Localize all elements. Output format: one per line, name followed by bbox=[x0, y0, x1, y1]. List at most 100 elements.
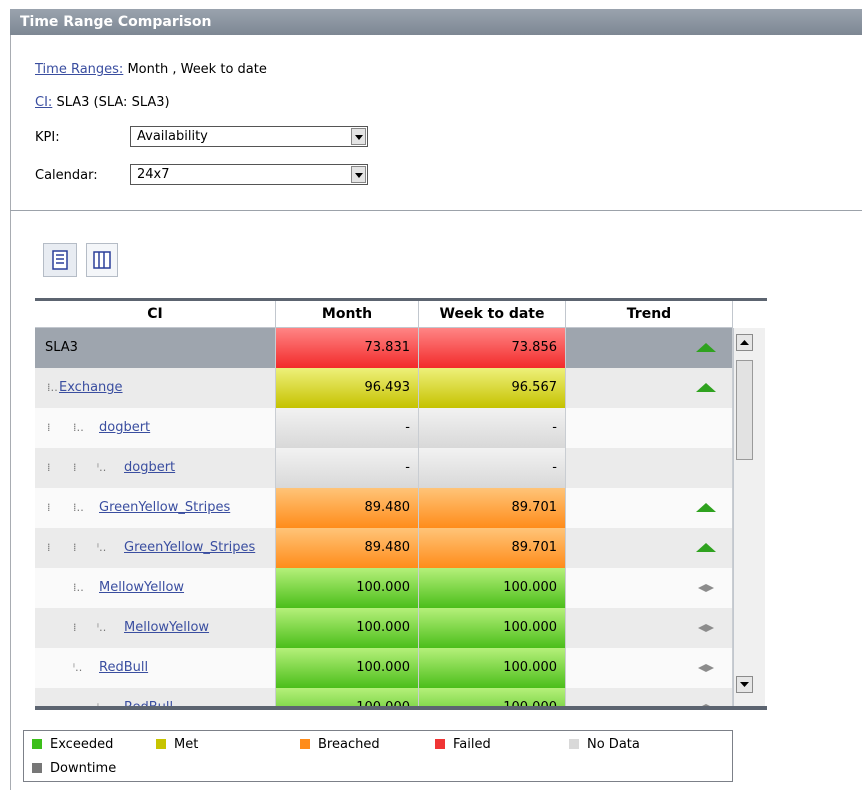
trend-cell bbox=[566, 368, 733, 408]
legend-breached: Breached bbox=[300, 737, 380, 752]
trend-cell bbox=[566, 328, 733, 368]
scroll-up-button[interactable] bbox=[736, 334, 753, 351]
month-value: - bbox=[276, 408, 419, 448]
grid-vertical-scrollbar[interactable] bbox=[733, 328, 765, 706]
legend-downtime-label: Downtime bbox=[50, 761, 117, 776]
met-swatch bbox=[156, 739, 166, 749]
legend-met: Met bbox=[156, 737, 198, 752]
week-value: - bbox=[419, 448, 566, 488]
ci-link[interactable]: CI: bbox=[35, 95, 52, 110]
trend-cell bbox=[566, 448, 733, 488]
kpi-select[interactable]: Availability bbox=[130, 126, 368, 147]
column-header-month[interactable]: Month bbox=[276, 301, 419, 328]
panel-title: Time Range Comparison bbox=[10, 9, 862, 35]
table-row[interactable]: ⁱ‥ RedBull 100.000 100.000 bbox=[35, 648, 733, 688]
calendar-selected-value: 24x7 bbox=[137, 167, 170, 182]
month-value: 89.480 bbox=[276, 488, 419, 528]
kpi-selected-value: Availability bbox=[137, 129, 208, 144]
month-value: 96.493 bbox=[276, 368, 419, 408]
legend-breached-label: Breached bbox=[318, 737, 380, 752]
table-row[interactable]: ⁞ ⁞‥ GreenYellow_Stripes 89.480 89.701 bbox=[35, 488, 733, 528]
trend-steady-icon bbox=[702, 704, 710, 706]
ci-link[interactable]: RedBull bbox=[124, 700, 173, 706]
ci-link[interactable]: RedBull bbox=[99, 660, 148, 675]
ci-cell: ⁞‥ Exchange bbox=[35, 368, 276, 408]
week-value: 89.701 bbox=[419, 488, 566, 528]
week-value: 89.701 bbox=[419, 528, 566, 568]
calendar-select[interactable]: 24x7 bbox=[130, 164, 368, 185]
scroll-thumb[interactable] bbox=[736, 360, 753, 460]
tree-branch-icon: ⁞‥ bbox=[47, 381, 58, 394]
legend-met-label: Met bbox=[174, 737, 199, 752]
failed-swatch bbox=[435, 739, 445, 749]
trend-up-icon bbox=[696, 383, 716, 392]
table-row[interactable]: SLA3 73.831 73.856 bbox=[35, 328, 733, 368]
time-ranges-link[interactable]: Time Ranges: bbox=[35, 62, 123, 77]
table-row[interactable]: ⁱ‥ RedBull 100.000 100.000 bbox=[35, 688, 733, 710]
month-value: 100.000 bbox=[276, 608, 419, 648]
tree-leaf-icon: ⁱ‥ bbox=[97, 541, 107, 554]
ci-cell: ⁞ ⁞ ⁱ‥ GreenYellow_Stripes bbox=[35, 528, 276, 568]
ci-link[interactable]: GreenYellow_Stripes bbox=[124, 540, 255, 555]
table-row[interactable]: ⁞ ⁞ ⁱ‥ GreenYellow_Stripes 89.480 89.701 bbox=[35, 528, 733, 568]
legend-no-data: No Data bbox=[569, 737, 640, 752]
table-row[interactable]: ⁞‥ Exchange 96.493 96.567 bbox=[35, 368, 733, 408]
week-value: 96.567 bbox=[419, 368, 566, 408]
ci-link[interactable]: MellowYellow bbox=[124, 620, 209, 635]
panel-left-border bbox=[10, 35, 11, 790]
table-row[interactable]: ⁞ ⁱ‥ MellowYellow 100.000 100.000 bbox=[35, 608, 733, 648]
column-header-ci[interactable]: CI bbox=[35, 301, 276, 328]
ci-cell: ⁱ‥ RedBull bbox=[35, 688, 276, 710]
week-value: 100.000 bbox=[419, 688, 566, 706]
scroll-down-button[interactable] bbox=[736, 676, 753, 693]
month-value: 100.000 bbox=[276, 568, 419, 608]
section-divider bbox=[10, 210, 862, 211]
table-row[interactable]: ⁞‥ MellowYellow 100.000 100.000 bbox=[35, 568, 733, 608]
column-header-trend[interactable]: Trend bbox=[566, 301, 733, 328]
table-row[interactable]: ⁞ ⁞‥ dogbert - - bbox=[35, 408, 733, 448]
trend-steady-icon bbox=[698, 624, 714, 632]
tree-line-icon: ⁞ bbox=[73, 621, 77, 634]
chevron-down-icon[interactable] bbox=[351, 128, 366, 145]
legend-exceeded-label: Exceeded bbox=[50, 737, 114, 752]
week-value: 100.000 bbox=[419, 608, 566, 648]
month-value: 89.480 bbox=[276, 528, 419, 568]
ci-value: SLA3 (SLA: SLA3) bbox=[56, 95, 170, 110]
trend-cell bbox=[566, 608, 733, 648]
legend-exceeded: Exceeded bbox=[32, 737, 113, 752]
trend-up-icon bbox=[696, 543, 716, 552]
ci-link[interactable]: MellowYellow bbox=[99, 580, 184, 595]
comparison-grid: CI Month Week to date Trend SLA3 73.831 … bbox=[35, 298, 767, 710]
tree-leaf-icon: ⁱ‥ bbox=[97, 701, 107, 710]
column-header-week[interactable]: Week to date bbox=[419, 301, 566, 328]
tree-line-icon: ⁞ bbox=[73, 461, 77, 474]
ci-link[interactable]: dogbert bbox=[99, 420, 150, 435]
time-ranges-row: Time Ranges: Month , Week to date bbox=[35, 62, 267, 77]
month-value: 100.000 bbox=[276, 648, 419, 688]
column-view-button[interactable] bbox=[86, 243, 118, 277]
tree-line-icon: ⁞ bbox=[47, 421, 51, 434]
table-row[interactable]: ⁞ ⁞ ⁱ‥ dogbert - - bbox=[35, 448, 733, 488]
ci-link[interactable]: dogbert bbox=[124, 460, 175, 475]
chevron-down-icon[interactable] bbox=[351, 166, 366, 183]
week-value: - bbox=[419, 408, 566, 448]
ci-link[interactable]: GreenYellow_Stripes bbox=[99, 500, 230, 515]
tree-line-icon: ⁞ bbox=[73, 541, 77, 554]
ci-name: SLA3 bbox=[45, 340, 78, 355]
legend-downtime: Downtime bbox=[32, 761, 116, 776]
tree-leaf-icon: ⁱ‥ bbox=[73, 661, 83, 674]
ci-cell: ⁞‥ MellowYellow bbox=[35, 568, 276, 608]
trend-cell bbox=[566, 488, 733, 528]
trend-cell bbox=[566, 648, 733, 688]
trend-steady-icon bbox=[698, 584, 714, 592]
tree-branch-icon: ⁞‥ bbox=[73, 421, 84, 434]
list-view-button[interactable] bbox=[43, 243, 77, 277]
tree-branch-icon: ⁞‥ bbox=[73, 501, 84, 514]
week-value: 73.856 bbox=[419, 328, 566, 368]
ci-link[interactable]: Exchange bbox=[59, 380, 123, 395]
legend-failed-label: Failed bbox=[453, 737, 491, 752]
breached-swatch bbox=[300, 739, 310, 749]
trend-up-icon bbox=[696, 343, 716, 352]
week-value: 100.000 bbox=[419, 648, 566, 688]
trend-cell bbox=[566, 528, 733, 568]
